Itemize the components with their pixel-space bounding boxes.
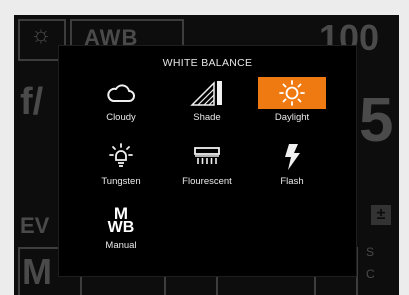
sun-icon: ☼ — [30, 21, 52, 48]
wb-option-label: Flash — [280, 176, 304, 187]
wb-option-label: Cloudy — [106, 112, 136, 123]
tungsten-bulb-icon — [109, 143, 133, 167]
manual-wb-icon: M WB — [101, 205, 141, 237]
manual-wb-icon-bottom: WB — [107, 219, 135, 236]
popup-title: WHITE BALANCE — [162, 57, 253, 69]
wb-option-flash[interactable]: Flash — [252, 141, 332, 201]
sun-icon — [279, 80, 305, 106]
wb-option-label: Manual — [105, 240, 137, 251]
wb-option-shade[interactable]: Shade — [167, 77, 247, 137]
ev-compensation-icon: ± — [371, 205, 391, 225]
wb-option-manual[interactable]: M WB Manual — [81, 205, 161, 265]
side-label-s: S — [366, 245, 375, 259]
wb-option-label: Daylight — [274, 112, 310, 123]
white-balance-popup: WHITE BALANCE Cloudy Shade Daylight Tung… — [58, 45, 357, 277]
wb-option-cloudy[interactable]: Cloudy — [81, 77, 161, 137]
wb-option-label: Flourescent — [182, 176, 232, 187]
wb-option-flourescent[interactable]: Flourescent — [167, 141, 247, 201]
exposure-digit: 5 — [359, 86, 394, 155]
ev-label: EV — [20, 213, 50, 238]
shade-icon — [190, 81, 222, 106]
wb-option-daylight[interactable]: Daylight — [252, 77, 332, 137]
flash-icon — [285, 144, 300, 170]
fluorescent-icon — [194, 147, 220, 164]
shooting-mode: M — [22, 251, 52, 292]
aperture-prefix: f/ — [20, 81, 44, 123]
side-label-c: C — [366, 267, 375, 281]
cloud-icon — [107, 84, 135, 102]
wb-option-label: Shade — [193, 112, 221, 123]
wb-option-tungsten[interactable]: Tungsten — [81, 141, 161, 201]
wb-option-label: Tungsten — [101, 176, 141, 187]
